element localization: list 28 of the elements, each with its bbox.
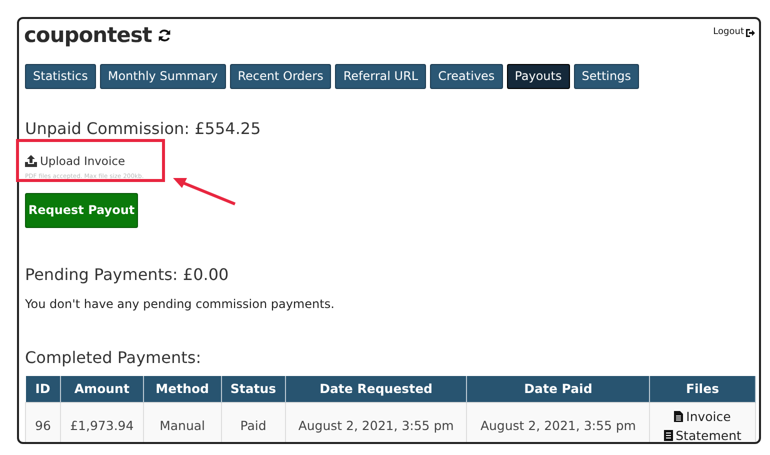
section-heading: Pending Payments: £0.00 [25,264,230,286]
file-link[interactable]: Statement [676,426,742,442]
section-heading: Unpaid Commission: £554.25 [25,118,262,140]
table-cell: £1,973.94 [60,402,144,442]
logout-link[interactable]: Logout [713,26,755,40]
tab[interactable]: Payouts [506,64,570,88]
table-cell: Paid [221,402,286,442]
arrow [171,176,237,206]
table-cell: Manual [143,402,222,442]
request-payout-button[interactable]: Request Payout [25,192,138,228]
refresh-icon[interactable] [158,29,171,42]
table-cell: August 2, 2021, 3:55 pm [466,402,650,442]
pending-message: You don't have any pending commission payments. [25,296,336,313]
tab[interactable]: Recent Orders [230,64,332,88]
tab[interactable]: Referral URL [335,64,426,88]
tab[interactable]: Settings [574,64,639,88]
table-cell: 96 [26,402,60,442]
tab[interactable]: Monthly Summary [100,64,226,88]
site-title: coupontest [24,22,152,49]
logout-icon [746,28,755,37]
section-heading: Completed Payments: [25,346,202,369]
table-cell: August 2, 2021, 3:55 pm [285,402,467,442]
tab[interactable]: Statistics [25,64,96,88]
upload-icon [25,155,37,168]
tab[interactable]: Creatives [430,64,503,88]
file-link[interactable]: Invoice [686,407,731,426]
upload-invoice-link[interactable]: Upload Invoice [40,152,126,170]
document-icon [674,411,684,422]
